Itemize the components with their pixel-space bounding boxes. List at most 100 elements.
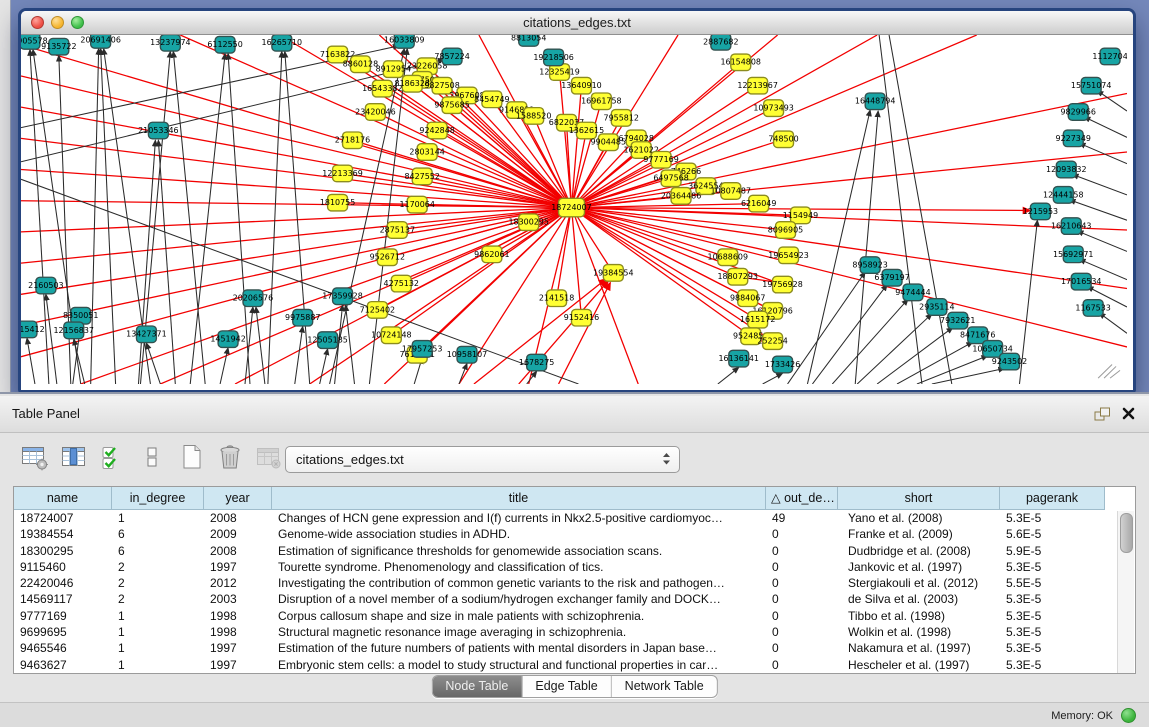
tab-node-table[interactable]: Node Table	[432, 676, 521, 697]
table-row[interactable]: 946362711997Embryonic stem cells: a mode…	[14, 657, 1118, 673]
graph-node[interactable]: 1733426	[765, 356, 800, 373]
svg-text:20691406: 20691406	[80, 35, 121, 44]
graph-node[interactable]: 16210643	[1051, 218, 1092, 235]
graph-node[interactable]: 1810755	[320, 194, 355, 211]
column-header-out-degree[interactable]: △ out_de…	[766, 487, 838, 510]
graph-node[interactable]: 1678275	[519, 354, 554, 371]
trash-icon[interactable]	[215, 442, 245, 472]
graph-node[interactable]: 13427371	[126, 326, 167, 343]
graph-node[interactable]: 2141518	[539, 290, 574, 307]
table-cell: 2012	[204, 575, 272, 591]
graph-node[interactable]: 16265710	[262, 35, 303, 51]
column-chooser-icon[interactable]	[59, 442, 89, 472]
graph-node[interactable]: 9152416	[564, 309, 599, 326]
graph-node[interactable]: 12213369	[322, 165, 363, 182]
close-window-icon[interactable]	[31, 16, 44, 29]
graph-node[interactable]: 2887682	[703, 35, 738, 50]
graph-node[interactable]: 6112550	[207, 36, 242, 53]
graph-node[interactable]: 9474444	[895, 284, 930, 301]
column-header-name[interactable]: name	[14, 487, 112, 510]
column-header-pagerank[interactable]: pagerank	[1000, 487, 1105, 510]
graph-node[interactable]: 16448794	[855, 93, 896, 110]
tab-edge-table[interactable]: Edge Table	[521, 676, 610, 697]
table-row[interactable]: 1938455462009Genome-wide association stu…	[14, 526, 1118, 542]
svg-text:10688609: 10688609	[708, 253, 749, 262]
graph-node[interactable]: 2160503	[28, 277, 63, 294]
table-settings-icon[interactable]	[20, 442, 50, 472]
graph-node[interactable]: 23420046	[355, 104, 396, 121]
graph-node[interactable]: 15751074	[1071, 77, 1112, 94]
graph-node[interactable]: 9975887	[285, 309, 320, 326]
graph-node[interactable]: 12444158	[1043, 187, 1084, 204]
column-header-year[interactable]: year	[204, 487, 272, 510]
graph-node[interactable]: 12156837	[54, 322, 95, 339]
graph-node[interactable]: 15692971	[1053, 246, 1094, 263]
graph-node[interactable]: 1451942	[210, 331, 245, 348]
table-row[interactable]: 969969511998Structural magnetic resonanc…	[14, 624, 1118, 640]
graph-node[interactable]: 12505185	[307, 332, 348, 349]
table-row[interactable]: 1830029562008Estimation of significance …	[14, 543, 1118, 559]
table-row[interactable]: 1456911722003Disruption of a novel membe…	[14, 591, 1118, 607]
column-header-title[interactable]: title	[272, 487, 766, 510]
column-header-in_degree[interactable]: in_degree	[112, 487, 204, 510]
float-panel-icon[interactable]	[1094, 407, 1111, 422]
graph-node[interactable]: 19218506	[533, 49, 574, 66]
network-window[interactable]: citations_edges.txt 18300295716382288601…	[18, 8, 1136, 393]
graph-node[interactable]: 3915412	[21, 321, 45, 338]
table-row[interactable]: 2242004622012Investigating the contribut…	[14, 575, 1118, 591]
network-window-titlebar[interactable]: citations_edges.txt	[21, 11, 1133, 35]
graph-node[interactable]: 20206576	[233, 290, 274, 307]
graph-node[interactable]: 10688609	[708, 249, 749, 266]
table-cell: 2003	[204, 591, 272, 607]
table-row[interactable]: 946554611997Estimation of the future num…	[14, 640, 1118, 656]
table-row[interactable]: 1872400712008Changes of HCN gene express…	[14, 510, 1118, 526]
graph-node[interactable]: 8813054	[511, 35, 546, 46]
graph-node[interactable]: 13237974	[150, 35, 191, 51]
graph-node[interactable]: 12093832	[1046, 161, 1087, 178]
graph-edge	[21, 138, 572, 207]
svg-text:8958923: 8958923	[852, 261, 887, 270]
row-options-icon[interactable]	[137, 442, 167, 472]
svg-text:17016534: 17016534	[1061, 277, 1102, 286]
new-table-icon[interactable]	[176, 442, 206, 472]
graph-node[interactable]: 16136141	[718, 350, 759, 367]
graph-node[interactable]: 9227349	[1056, 130, 1091, 147]
column-header-short[interactable]: short	[838, 487, 1000, 510]
graph-node[interactable]: 19384554	[593, 265, 634, 282]
svg-text:8096905: 8096905	[768, 225, 803, 234]
zoom-window-icon[interactable]	[71, 16, 84, 29]
network-canvas[interactable]: 1830029571638228860128891295423226058982…	[21, 35, 1127, 384]
select-all-rows-icon[interactable]	[98, 442, 128, 472]
graph-node[interactable]: 1170064	[399, 196, 434, 213]
graph-node[interactable]: 16154808	[720, 54, 761, 71]
graph-node[interactable]: 748500	[768, 131, 798, 148]
graph-node[interactable]: 2803144	[409, 144, 444, 161]
graph-node[interactable]: 19654923	[768, 247, 809, 264]
graph-node[interactable]: 10973493	[753, 100, 794, 117]
graph-node[interactable]: 16033809	[384, 35, 425, 48]
graph-node[interactable]: 20691406	[80, 35, 121, 48]
close-panel-icon[interactable]	[1121, 406, 1136, 421]
graph-node[interactable]: 1112704	[1092, 48, 1127, 65]
svg-text:16961758: 16961758	[581, 97, 622, 106]
graph-node[interactable]: 16961758	[581, 93, 622, 110]
graph-node[interactable]: 1215953	[1023, 203, 1058, 220]
graph-node[interactable]: 17016534	[1061, 273, 1102, 290]
graph-node[interactable]: 9526712	[370, 249, 405, 266]
scrollbar-thumb[interactable]	[1120, 513, 1133, 553]
minimize-window-icon[interactable]	[51, 16, 64, 29]
table-vertical-scrollbar[interactable]	[1117, 511, 1134, 673]
tab-network-table[interactable]: Network Table	[611, 676, 717, 697]
svg-text:7125402: 7125402	[360, 305, 395, 314]
table-row[interactable]: 911546021997Tourette syndrome. Phenomeno…	[14, 559, 1118, 575]
graph-node[interactable]: 12213967	[737, 77, 778, 94]
table-selector-dropdown[interactable]: citations_edges.txt	[285, 446, 680, 473]
graph-node[interactable]: 7955812	[604, 110, 639, 127]
graph-node[interactable]: 1167533	[1075, 300, 1110, 317]
svg-text:1733426: 1733426	[765, 360, 800, 369]
table-row[interactable]: 977716911998Corpus callosum shape and si…	[14, 608, 1118, 624]
table-cell: 0	[766, 608, 838, 624]
svg-text:12093832: 12093832	[1046, 165, 1087, 174]
canvas-resize-grip[interactable]	[1098, 365, 1120, 379]
graph-node[interactable]: 10724148	[371, 327, 412, 344]
